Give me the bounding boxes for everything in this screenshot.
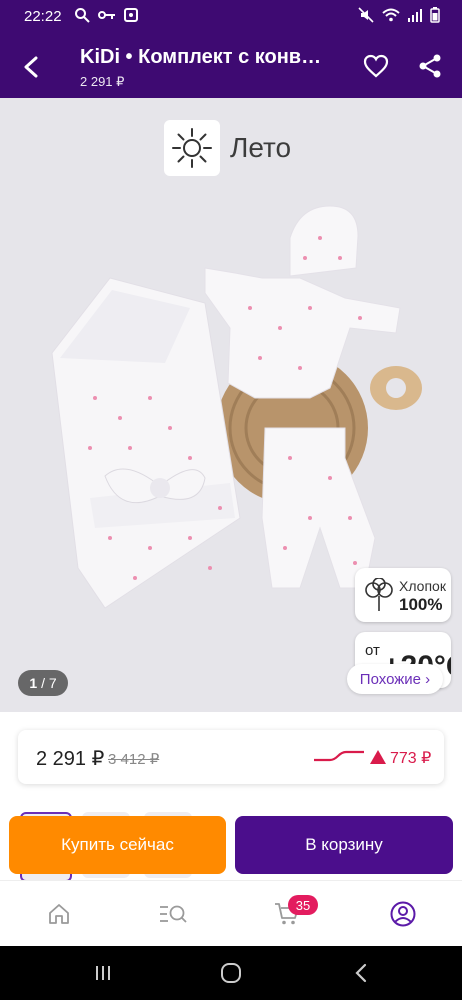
image-counter-current: 1 (29, 675, 38, 691)
similar-button[interactable]: Похожие › (347, 664, 443, 694)
image-counter: 1 / 7 (18, 670, 68, 696)
search-icon (75, 8, 90, 23)
season-badge (164, 120, 220, 176)
temperature-prefix: от (365, 642, 380, 659)
nav-profile[interactable] (386, 897, 420, 931)
share-icon (419, 54, 441, 78)
old-price: 3 412 ₽ (108, 751, 160, 768)
back-button[interactable] (14, 50, 48, 84)
add-to-cart-button[interactable]: В корзину (235, 816, 453, 874)
profile-icon (390, 901, 416, 927)
image-counter-total: / 7 (41, 675, 57, 691)
price-trend-icon (314, 750, 364, 762)
cotton-icon (365, 578, 393, 611)
catalog-search-icon (160, 905, 187, 923)
home-icon (49, 904, 69, 924)
home-circle-icon (221, 963, 241, 983)
battery-icon (430, 7, 440, 23)
signal-icon (408, 9, 422, 22)
recent-apps-icon (96, 966, 110, 980)
nav-home[interactable] (42, 897, 76, 931)
nav-catalog[interactable] (156, 897, 190, 931)
cart-count-badge: 35 (288, 895, 318, 915)
price-section: 2 291 ₽ 3 412 ₽ 773 ₽ (0, 712, 462, 802)
buy-now-button[interactable]: Купить сейчас (9, 816, 226, 874)
home-system-button[interactable] (216, 960, 246, 986)
system-navigation-bar (0, 946, 462, 1000)
product-image-gallery[interactable]: Лето Хлопок 100% от +20°C 1 / 7 Похожие … (0, 98, 462, 712)
price-drop-arrow-icon (370, 750, 386, 764)
back-arrow-icon (24, 56, 38, 78)
current-price: 2 291 ₽ (36, 748, 105, 770)
back-chevron-icon (355, 963, 367, 983)
price-difference: 773 ₽ (390, 750, 432, 767)
page-subtitle-price: 2 291 ₽ (80, 74, 125, 89)
back-system-button[interactable] (346, 960, 376, 986)
status-icons-right (358, 7, 440, 23)
mute-icon (358, 7, 374, 23)
notification-icon (124, 8, 138, 22)
share-button[interactable] (414, 50, 446, 82)
recent-apps-button[interactable] (88, 960, 118, 986)
favorite-button[interactable] (360, 50, 392, 82)
heart-icon (363, 54, 389, 78)
cotton-badge: Хлопок 100% (355, 568, 451, 622)
status-icons-left (74, 7, 138, 23)
cotton-value: 100% (399, 595, 443, 614)
sun-icon (172, 128, 212, 168)
page-title: KiDi • Комплект с конв… (80, 46, 322, 68)
wifi-icon (382, 8, 400, 22)
bottom-navigation: 35 (0, 880, 462, 947)
key-icon (98, 11, 115, 19)
status-bar: 22:22 (0, 0, 462, 34)
app-bar: KiDi • Комплект с конв… 2 291 ₽ (0, 34, 462, 98)
status-time: 22:22 (24, 8, 62, 25)
cotton-label: Хлопок (399, 578, 446, 594)
price-card[interactable]: 2 291 ₽ 3 412 ₽ 773 ₽ (18, 730, 444, 784)
season-label: Лето (230, 132, 292, 163)
